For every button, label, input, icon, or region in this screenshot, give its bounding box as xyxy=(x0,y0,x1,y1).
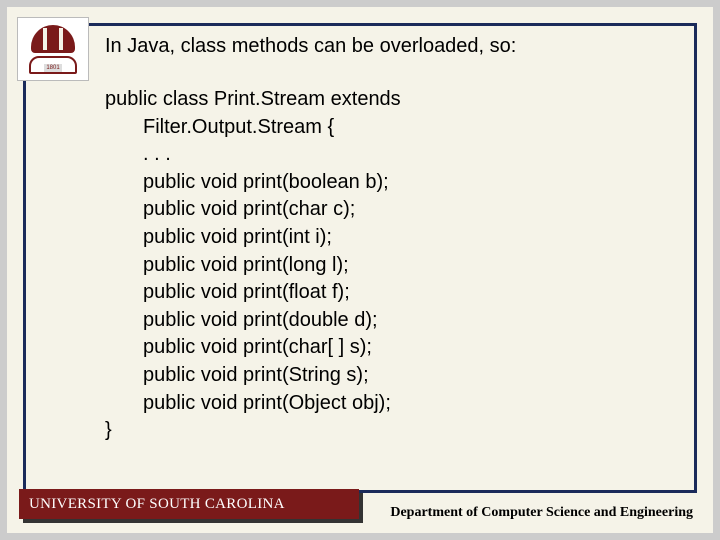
code-block: public class Print.Stream extends Filter… xyxy=(105,86,673,445)
code-line: public void print(char[ ] s); xyxy=(105,334,673,362)
university-name: UNIVERSITY OF SOUTH CAROLINA xyxy=(29,496,285,513)
code-line: public void print(float f); xyxy=(105,279,673,307)
department-name: Department of Computer Science and Engin… xyxy=(390,505,693,521)
code-line: public void print(boolean b); xyxy=(105,169,673,197)
university-logo: 1801 xyxy=(17,17,89,81)
code-line: } xyxy=(105,417,673,445)
code-line: public void print(double d); xyxy=(105,307,673,335)
code-line: . . . xyxy=(105,141,673,169)
logo-gate-icon: 1801 xyxy=(29,56,77,74)
intro-text: In Java, class methods can be overloaded… xyxy=(105,35,673,58)
slide-content: In Java, class methods can be overloaded… xyxy=(105,35,673,445)
code-line: public void print(int i); xyxy=(105,224,673,252)
code-line: Filter.Output.Stream { xyxy=(105,114,673,142)
footer-left-bar: UNIVERSITY OF SOUTH CAROLINA xyxy=(19,489,359,519)
code-line: public class Print.Stream extends xyxy=(105,86,673,114)
logo-tree-icon xyxy=(31,25,75,53)
logo-year: 1801 xyxy=(44,64,61,72)
code-line: public void print(Object obj); xyxy=(105,390,673,418)
slide: 1801 In Java, class methods can be overl… xyxy=(7,7,713,533)
code-line: public void print(long l); xyxy=(105,252,673,280)
code-line: public void print(char c); xyxy=(105,196,673,224)
code-line: public void print(String s); xyxy=(105,362,673,390)
